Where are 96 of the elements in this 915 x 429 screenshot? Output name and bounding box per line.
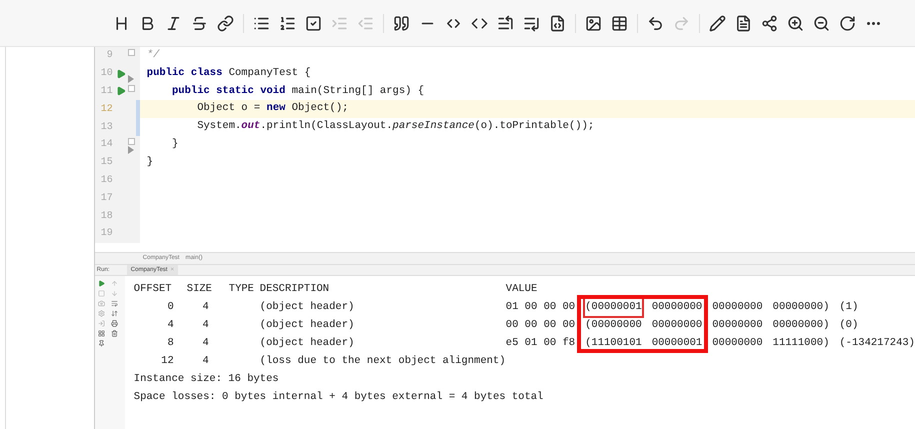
size-cell-text: 4 [201, 354, 209, 369]
table-button[interactable] [610, 14, 629, 32]
line-number: 18 [100, 210, 113, 224]
horizontal-rule-icon [419, 20, 436, 26]
code-line: Object o = new Object(); [196, 101, 348, 116]
sort-icon[interactable] [111, 310, 118, 317]
hex-value: 01 00 00 00 [506, 300, 576, 315]
layout-icon[interactable] [98, 330, 105, 337]
decimal-value: (1) [839, 300, 858, 315]
italic-icon [165, 14, 182, 32]
decimal-value: (0) [839, 318, 858, 333]
code-line: public static void main(String[] args) { [170, 84, 424, 99]
binary-value: 00000000 [652, 318, 702, 333]
run-icon[interactable] [116, 86, 126, 96]
column-header: DESCRIPTION [260, 282, 330, 297]
binary-value: 00000000 [712, 336, 763, 351]
refresh-icon [839, 14, 856, 32]
line-number: 13 [100, 120, 113, 135]
file-code-icon [549, 14, 566, 32]
code-line: } [146, 154, 154, 170]
run-icon[interactable] [98, 280, 105, 287]
offset-cell-text: 8 [166, 336, 174, 351]
zoom-in-button[interactable] [786, 14, 805, 32]
line-number: 10 [100, 67, 113, 82]
column-header: OFFSET [134, 282, 173, 297]
code-line: public class CompanyTest { [146, 66, 311, 81]
pin-icon[interactable] [98, 340, 105, 347]
binary-value: 00000001 [652, 336, 702, 351]
undo-icon [647, 14, 664, 32]
description-cell-text: (object header) [260, 336, 356, 351]
list-arrow-icon [497, 14, 514, 32]
numbered-list-icon [279, 14, 296, 32]
line-number: 17 [100, 192, 113, 206]
description-cell-text: (object header) [260, 300, 356, 315]
binary-value: 00000000) [772, 300, 830, 315]
refresh-button[interactable] [838, 14, 857, 32]
code-line: */ [146, 48, 160, 64]
share-button[interactable] [760, 14, 779, 32]
hex-value: 00 00 00 00 [506, 318, 576, 333]
code-line: } [170, 137, 178, 152]
strikethrough-icon [191, 14, 208, 32]
checkbox-icon [305, 14, 322, 32]
pencil-icon [709, 14, 726, 32]
summary-line: Space losses: 0 bytes internal + 4 bytes external = 4 bytes total [134, 390, 544, 405]
quote-button[interactable] [392, 14, 411, 32]
run-icon[interactable] [116, 68, 126, 79]
summary-line: Instance size: 16 bytes [134, 372, 280, 387]
wrap-icon[interactable] [111, 300, 118, 307]
line-number: 15 [100, 156, 113, 170]
line-number: 16 [100, 174, 113, 188]
trash-icon[interactable] [111, 330, 118, 337]
description-cell-text: (object header) [260, 318, 356, 333]
line-number: 11 [100, 84, 113, 99]
hex-value: e5 01 00 f8 [506, 336, 576, 351]
line-number: 19 [100, 227, 113, 242]
description-cell-text: (loss due to the next object alignment) [260, 354, 506, 369]
column-header: SIZE [186, 282, 213, 297]
redo-icon [673, 14, 690, 32]
decimal-value: (-134217243) [839, 336, 915, 351]
binary-value: 00000000) [772, 318, 830, 333]
binary-value: (11100101 [585, 336, 642, 351]
binary-value: 00000000 [712, 300, 763, 315]
document-button[interactable] [734, 14, 753, 32]
line-number: 14 [100, 138, 113, 152]
line-number: 12 [100, 102, 113, 117]
size-cell-text: 4 [201, 300, 209, 315]
more-icon [865, 20, 882, 26]
binary-value: 00000000 [652, 300, 702, 315]
line-number: 9 [106, 49, 113, 64]
offset-cell-text: 0 [166, 300, 174, 315]
link-button[interactable] [216, 14, 235, 32]
printer-icon[interactable] [111, 320, 118, 327]
document-icon [735, 14, 752, 32]
image-button[interactable] [584, 14, 603, 32]
binary-value: (00000001 [585, 298, 642, 316]
offset-cell-text: 12 [160, 354, 174, 369]
link-icon [217, 14, 234, 32]
pencil-button[interactable] [708, 14, 727, 32]
column-header: VALUE [506, 282, 538, 297]
zoom-out-icon [813, 14, 830, 32]
size-cell-text: 4 [201, 336, 209, 351]
offset-cell-text: 4 [166, 318, 174, 333]
binary-value: 11111000) [772, 336, 830, 351]
binary-value: (00000000 [585, 318, 642, 333]
file-code-button[interactable] [548, 14, 567, 32]
image-icon [585, 14, 602, 32]
share-icon [761, 14, 778, 32]
binary-value: 00000000 [712, 318, 763, 333]
table-icon [611, 14, 628, 32]
zoom-in-icon [787, 14, 804, 32]
checkbox-button[interactable] [304, 14, 323, 32]
column-header: TYPE [228, 282, 255, 297]
size-cell-text: 4 [201, 318, 209, 333]
code-line: System.out.println(ClassLayout.parseInstance(o).toPrintable()); [196, 119, 594, 134]
zoom-out-button[interactable] [812, 14, 831, 32]
quote-icon [393, 14, 410, 32]
